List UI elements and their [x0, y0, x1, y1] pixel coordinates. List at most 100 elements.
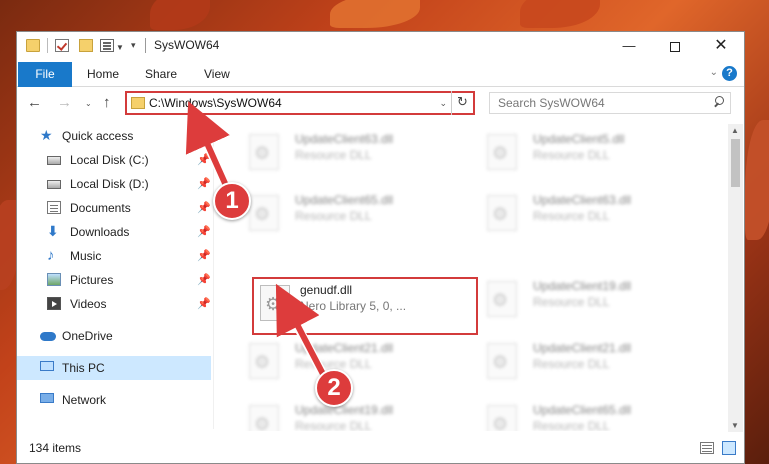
pin-icon[interactable]: 📌 — [197, 273, 211, 286]
maximize-button[interactable] — [652, 32, 698, 60]
file-description: Resource DLL — [295, 209, 372, 223]
sidebar-item-downloads[interactable]: ⬇ Downloads 📌 — [17, 220, 211, 244]
cloud-icon — [40, 332, 56, 341]
chevron-down-icon[interactable]: ⌄ — [439, 98, 447, 109]
properties-icon[interactable] — [100, 39, 114, 52]
pin-icon[interactable]: 📌 — [197, 153, 211, 166]
sidebar-item-local-disk-d[interactable]: Local Disk (D:) 📌 — [17, 172, 211, 196]
window-title: SysWOW64 — [154, 38, 220, 52]
dll-file-icon — [249, 405, 279, 431]
recent-locations-icon[interactable]: ⌄ — [85, 99, 92, 108]
search-placeholder: Search SysWOW64 — [498, 96, 605, 110]
dll-file-icon — [487, 195, 517, 231]
file-item[interactable]: UpdateClient63.dll Resource DLL — [473, 185, 693, 245]
forward-arrow-icon[interactable]: → — [57, 94, 72, 111]
step-badge-1: 1 — [213, 182, 251, 220]
videos-icon — [47, 297, 61, 310]
scroll-up-icon[interactable]: ▲ — [731, 126, 739, 135]
tab-share[interactable]: Share — [145, 62, 177, 87]
drive-icon — [47, 156, 61, 165]
file-item[interactable]: UpdateClient63.dll Resource DLL — [235, 124, 455, 184]
pin-icon[interactable]: 📌 — [197, 177, 211, 190]
tab-view[interactable]: View — [204, 62, 230, 87]
dll-file-icon — [249, 195, 279, 231]
pin-icon[interactable]: 📌 — [197, 297, 211, 310]
item-count: 134 items — [29, 441, 82, 455]
file-description: Resource DLL — [295, 419, 372, 431]
sidebar-item-this-pc[interactable]: This PC — [17, 356, 211, 380]
sidebar-item-label: Local Disk (D:) — [70, 177, 149, 191]
divider — [47, 38, 48, 53]
help-icon[interactable]: ? — [722, 66, 737, 81]
sidebar-item-label: Network — [62, 393, 107, 407]
file-name: UpdateClient65.dll — [295, 193, 394, 207]
expand-ribbon-icon[interactable]: ⌄ — [710, 67, 718, 78]
address-bar[interactable]: C:\Windows\SysWOW64 ⌄ ↻ — [125, 91, 475, 115]
dll-file-icon — [487, 343, 517, 379]
file-item[interactable]: UpdateClient65.dll Resource DLL — [235, 185, 455, 245]
file-description: Resource DLL — [533, 419, 610, 431]
sidebar-item-label: Local Disk (C:) — [70, 153, 149, 167]
file-item[interactable]: UpdateClient21.dll Resource DLL — [473, 333, 693, 393]
sidebar-item-quick-access[interactable]: ★ Quick access — [17, 124, 211, 148]
scroll-down-icon[interactable]: ▼ — [731, 421, 739, 430]
music-icon: ♪ — [47, 247, 55, 264]
navigation-pane: ★ Quick access Local Disk (C:) 📌 Local D… — [17, 124, 212, 424]
sidebar-item-onedrive[interactable]: OneDrive — [17, 324, 211, 348]
leaf-decoration — [520, 0, 600, 28]
computer-icon — [40, 361, 54, 371]
sidebar-item-local-disk-c[interactable]: Local Disk (C:) 📌 — [17, 148, 211, 172]
file-description: Resource DLL — [533, 148, 610, 162]
address-path[interactable]: C:\Windows\SysWOW64 — [149, 96, 282, 110]
divider — [145, 38, 146, 53]
sidebar-item-documents[interactable]: Documents 📌 — [17, 196, 211, 220]
sidebar-item-music[interactable]: ♪ Music 📌 — [17, 244, 211, 268]
file-description: Resource DLL — [533, 357, 610, 371]
properties-check-icon[interactable] — [55, 39, 69, 52]
tab-home[interactable]: Home — [87, 62, 119, 87]
back-arrow-icon[interactable]: ← — [27, 94, 42, 111]
file-description: Resource DLL — [295, 148, 372, 162]
details-view-icon[interactable] — [700, 442, 714, 454]
pin-icon[interactable]: 📌 — [197, 225, 211, 238]
file-item[interactable]: UpdateClient5.dll Resource DLL — [473, 124, 693, 184]
pane-splitter[interactable] — [213, 124, 214, 429]
status-bar: 134 items — [17, 433, 744, 463]
scrollbar-thumb[interactable] — [731, 139, 740, 187]
minimize-button[interactable]: — — [606, 32, 652, 60]
file-name: UpdateClient21.dll — [295, 341, 394, 355]
sidebar-item-label: Music — [70, 249, 102, 263]
dll-file-icon — [260, 285, 290, 321]
file-item[interactable]: UpdateClient65.dll Resource DLL — [473, 395, 693, 431]
search-icon[interactable] — [713, 96, 724, 107]
file-item[interactable]: UpdateClient19.dll Resource DLL — [473, 271, 693, 331]
file-name: UpdateClient21.dll — [533, 341, 632, 355]
dll-file-icon — [487, 405, 517, 431]
chevron-down-icon[interactable]: ▼ — [116, 43, 124, 52]
vertical-scrollbar[interactable]: ▲ ▼ — [728, 124, 743, 432]
pin-icon[interactable]: 📌 — [197, 201, 211, 214]
file-name: UpdateClient63.dll — [295, 132, 394, 146]
close-button[interactable]: ✕ — [698, 32, 744, 60]
up-arrow-icon[interactable]: ↑ — [103, 94, 111, 111]
search-input[interactable]: Search SysWOW64 — [489, 92, 731, 114]
dll-file-icon — [487, 281, 517, 317]
sidebar-item-network[interactable]: Network — [17, 388, 211, 412]
refresh-icon[interactable]: ↻ — [451, 91, 473, 115]
file-name: UpdateClient19.dll — [295, 403, 394, 417]
sidebar-item-label: OneDrive — [62, 329, 113, 343]
drive-icon — [47, 180, 61, 189]
file-item-genudf[interactable]: genudf.dll Nero Library 5, 0, ... — [252, 277, 478, 335]
dll-file-icon — [487, 134, 517, 170]
new-folder-icon[interactable] — [79, 39, 93, 52]
sidebar-item-pictures[interactable]: Pictures 📌 — [17, 268, 211, 292]
tab-file[interactable]: File — [18, 62, 72, 87]
sidebar-item-videos[interactable]: Videos 📌 — [17, 292, 211, 316]
file-description: Resource DLL — [533, 209, 610, 223]
step-badge-2: 2 — [315, 369, 353, 407]
pin-icon[interactable]: 📌 — [197, 249, 211, 262]
pictures-icon — [47, 273, 61, 286]
large-icons-view-icon[interactable] — [722, 441, 736, 455]
customize-toolbar-icon[interactable]: ▾ — [131, 40, 136, 51]
title-bar: ▼ ▾ SysWOW64 — ✕ — [17, 32, 744, 60]
